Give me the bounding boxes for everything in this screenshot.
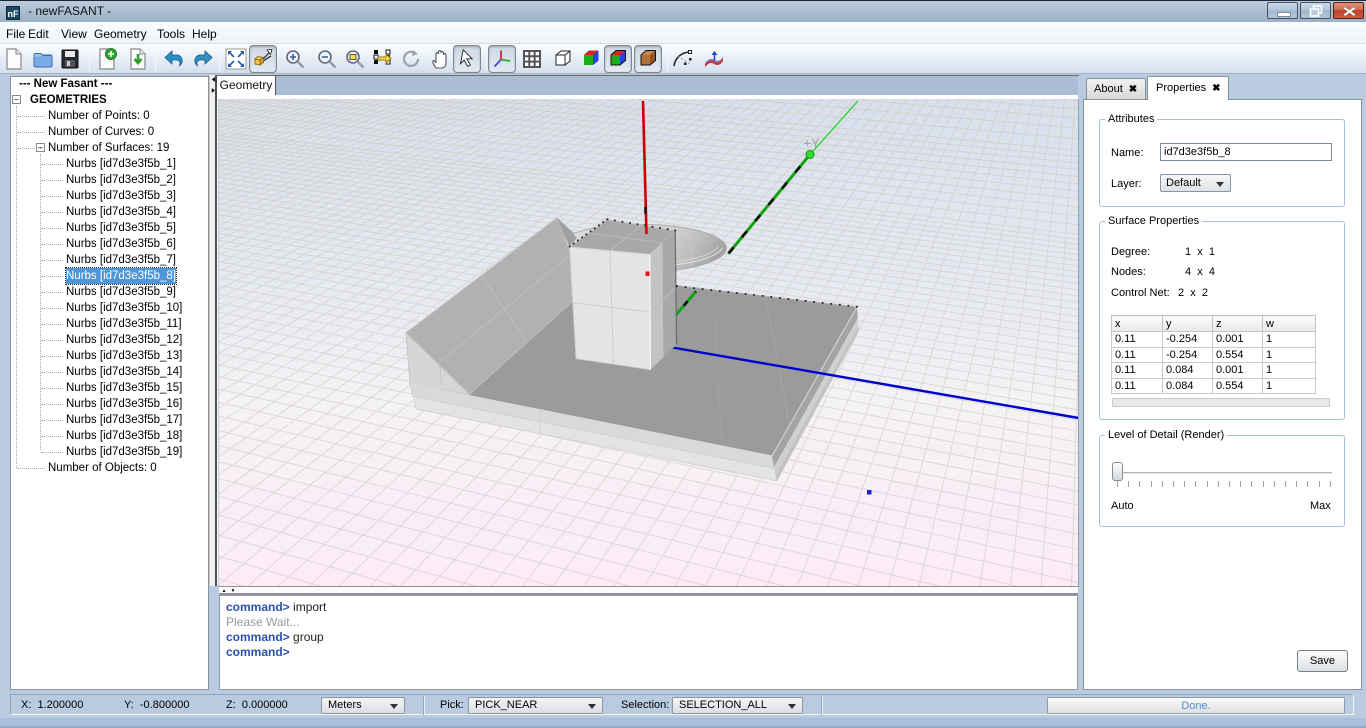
svg-text:+Y: +Y bbox=[804, 136, 821, 151]
